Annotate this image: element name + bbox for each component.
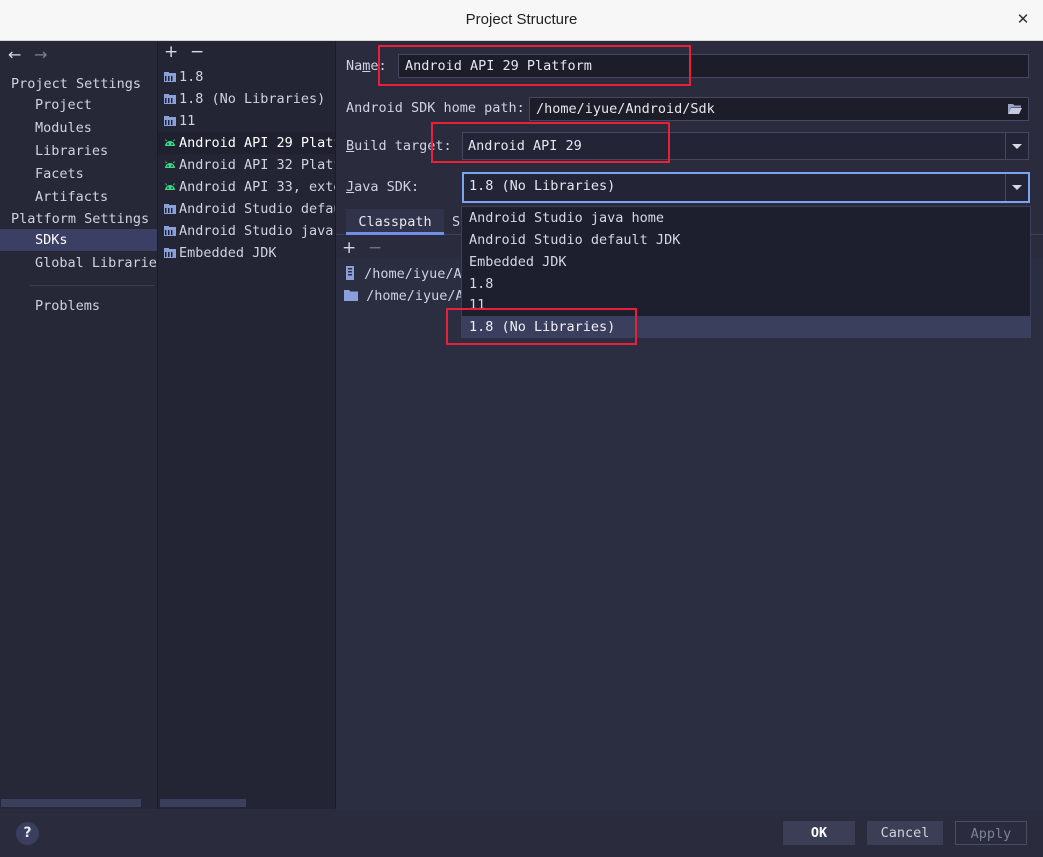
sdk-list: 1.8 1.8 (No Libraries) 11 Android API 29…: [158, 66, 335, 266]
sdk-item-label: Android API 29 Platform: [179, 135, 335, 151]
sdk-home-path-label: Android SDK home path:: [346, 100, 525, 116]
remove-sdk-icon[interactable]: −: [190, 42, 204, 62]
sdk-item-1-8-no-libraries[interactable]: 1.8 (No Libraries): [158, 88, 335, 110]
ok-button[interactable]: OK: [783, 821, 855, 845]
sdk-item-android-api-29[interactable]: Android API 29 Platform: [158, 132, 335, 154]
sdk-item-label: Android API 32 Platform: [179, 157, 335, 173]
chevron-down-icon[interactable]: [1005, 174, 1028, 201]
folder-icon: [344, 290, 358, 301]
sidebar-item-facets[interactable]: Facets: [0, 163, 157, 185]
sidebar-scrollbar[interactable]: [1, 799, 141, 807]
java-sdk-combo[interactable]: 1.8 (No Libraries): [462, 172, 1030, 203]
sidebar-item-artifacts[interactable]: Artifacts: [0, 186, 157, 208]
jdk-folder-icon: [164, 72, 176, 82]
sdk-item-label: Android Studio java home: [179, 223, 335, 239]
jdk-folder-icon: [164, 94, 176, 104]
sidebar-item-problems[interactable]: Problems: [0, 295, 157, 317]
chevron-down-icon[interactable]: [1005, 133, 1028, 159]
sdk-home-path-value: /home/iyue/Android/Sdk: [536, 101, 715, 117]
sdk-item-android-studio-java-home[interactable]: Android Studio java home: [158, 220, 335, 242]
forward-arrow-icon[interactable]: →: [34, 45, 47, 64]
add-sdk-icon[interactable]: +: [164, 42, 178, 62]
jdk-folder-icon: [164, 204, 176, 214]
jdk-folder-icon: [164, 226, 176, 236]
sdk-item-11[interactable]: 11: [158, 110, 335, 132]
dropdown-option[interactable]: Android Studio default JDK: [462, 229, 1030, 251]
sdk-item-label: 11: [179, 113, 196, 129]
android-icon: [165, 161, 175, 168]
sdk-item-label: Android API 33, extension level 3 Platfo…: [179, 179, 335, 195]
sdk-item-embedded-jdk[interactable]: Embedded JDK: [158, 242, 335, 264]
tab-classpath[interactable]: Classpath: [346, 209, 444, 235]
jdk-folder-icon: [164, 116, 176, 126]
help-icon[interactable]: ?: [16, 822, 39, 845]
sidebar-item-modules[interactable]: Modules: [0, 117, 157, 139]
sdk-item-label: 1.8: [179, 69, 204, 85]
dropdown-option[interactable]: 1.8: [462, 273, 1030, 295]
sdk-home-path-field[interactable]: /home/iyue/Android/Sdk: [529, 97, 1029, 121]
jar-file-icon: [346, 266, 354, 280]
apply-button[interactable]: Apply: [955, 821, 1027, 845]
classpath-panel: [336, 258, 1043, 809]
platform-settings-header: Platform Settings: [11, 211, 150, 227]
dropdown-option[interactable]: Android Studio java home: [462, 207, 1030, 229]
browse-folder-icon[interactable]: [1007, 102, 1023, 116]
remove-classpath-icon[interactable]: −: [368, 238, 382, 258]
sdk-item-android-api-32[interactable]: Android API 32 Platform: [158, 154, 335, 176]
android-icon: [165, 183, 175, 190]
dropdown-option[interactable]: Embedded JDK: [462, 251, 1030, 273]
classpath-list: /home/iyue/Android/Sdk/platforms/android…: [336, 262, 462, 308]
android-icon: [165, 139, 175, 146]
cancel-button[interactable]: Cancel: [867, 821, 943, 845]
sdk-item-android-studio-default-jdk[interactable]: Android Studio default JDK: [158, 198, 335, 220]
classpath-entry-label: /home/iyue/Android/Sdk/platforms/android…: [366, 288, 462, 304]
window-title: Project Structure: [465, 11, 578, 28]
sdk-item-label: Embedded JDK: [179, 245, 277, 261]
list-item[interactable]: /home/iyue/Android/Sdk/platforms/android…: [344, 285, 462, 307]
highlight-build-target: [431, 122, 670, 163]
sdk-item-android-api-33[interactable]: Android API 33, extension level 3 Platfo…: [158, 176, 335, 198]
sidebar-item-project[interactable]: Project: [0, 94, 157, 116]
java-sdk-value: 1.8 (No Libraries): [469, 178, 616, 194]
classpath-entry-label: /home/iyue/Android/Sdk/platforms/android…: [364, 266, 462, 282]
sdk-item-label: Android Studio default JDK: [179, 201, 335, 217]
close-icon[interactable]: ✕: [1012, 8, 1034, 30]
highlight-name: [378, 45, 691, 86]
list-item[interactable]: /home/iyue/Android/Sdk/platforms/android…: [344, 263, 462, 285]
highlight-java-sdk-option: [446, 308, 637, 345]
sdk-item-1-8[interactable]: 1.8: [158, 66, 335, 88]
back-arrow-icon[interactable]: ←: [8, 45, 21, 64]
sdk-item-label: 1.8 (No Libraries): [179, 91, 326, 107]
sdk-list-scrollbar[interactable]: [160, 799, 246, 807]
jdk-folder-icon: [164, 248, 176, 258]
project-settings-header: Project Settings: [11, 76, 142, 92]
sidebar-item-global-libraries[interactable]: Global Libraries: [0, 252, 157, 274]
sidebar-item-sdks[interactable]: SDKs: [0, 229, 157, 251]
java-sdk-label: Java SDK:: [346, 179, 420, 195]
sidebar-item-libraries[interactable]: Libraries: [0, 140, 157, 162]
add-classpath-icon[interactable]: +: [342, 238, 356, 258]
sidebar-divider: [30, 285, 155, 286]
